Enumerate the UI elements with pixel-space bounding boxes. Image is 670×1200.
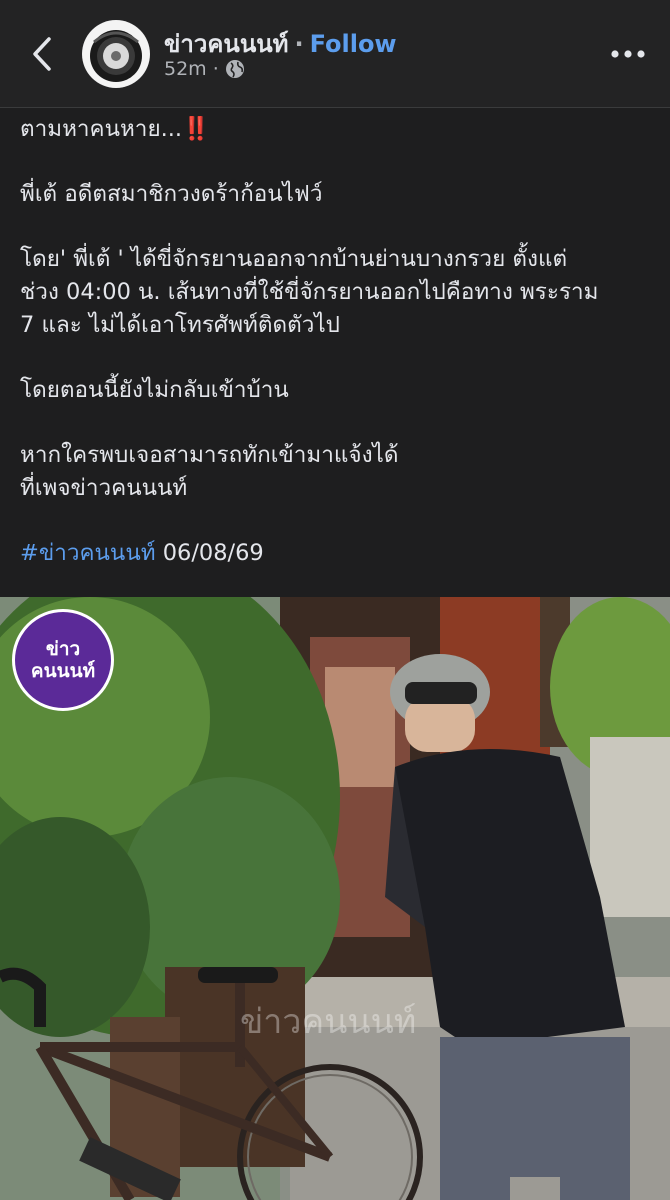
meta-separator: · bbox=[212, 58, 219, 80]
post-line: โดย' พี่เต้ ' ได้ขี่จักรยานออกจากบ้านย่า… bbox=[20, 246, 568, 272]
double-exclamation-emoji: ‼️ bbox=[182, 116, 211, 142]
post-line: พี่เต้ อดีตสมาชิกวงดร้าก้อนไฟว์ bbox=[20, 181, 323, 207]
post-line: หากใครพบเจอสามารถทักเข้ามาแจ้งได้ bbox=[20, 442, 399, 468]
hashtag-link[interactable]: #ข่าวคนนนท์ bbox=[20, 540, 156, 566]
post-paragraph: พี่เต้ อดีตสมาชิกวงดร้าก้อนไฟว์ bbox=[20, 178, 660, 211]
post-paragraph: โดย' พี่เต้ ' ได้ขี่จักรยานออกจากบ้านย่า… bbox=[20, 243, 660, 342]
chevron-left-icon bbox=[33, 37, 51, 71]
post-timestamp[interactable]: 52m bbox=[164, 58, 207, 80]
page-avatar[interactable] bbox=[82, 20, 150, 88]
name-separator: · bbox=[294, 30, 304, 58]
more-options-button[interactable] bbox=[608, 36, 648, 72]
post-text: ตามหาคนหาย...‼️ พี่เต้ อดีตสมาชิกวงดร้าก… bbox=[20, 108, 660, 570]
post-paragraph: หากใครพบเจอสามารถทักเข้ามาแจ้งได้ ที่เพจ… bbox=[20, 439, 660, 505]
back-button[interactable] bbox=[24, 30, 60, 78]
post-date: 06/08/69 bbox=[162, 540, 264, 566]
post-line: ตามหาคนหาย... bbox=[20, 116, 183, 142]
tire-logo bbox=[83, 21, 149, 87]
post-line: ช่วง 04:00 น. เส้นทางที่ใช้ขี่จักรยานออก… bbox=[20, 279, 599, 305]
post-line: โดยตอนนี้ยังไม่กลับเข้าบ้าน bbox=[20, 377, 289, 403]
badge-line: คนนนท์ bbox=[30, 660, 96, 682]
globe-icon bbox=[225, 60, 244, 78]
post-header: ข่าวคนนนท์ · Follow 52m · bbox=[0, 0, 670, 108]
post-line: ที่เพจข่าวคนนนท์ bbox=[20, 475, 188, 501]
more-horizontal-icon bbox=[611, 50, 645, 58]
badge-line: ข่าว bbox=[45, 638, 81, 660]
post-paragraph: ตามหาคนหาย...‼️ bbox=[20, 113, 660, 146]
follow-button[interactable]: Follow bbox=[310, 30, 397, 58]
photo-watermark: ข่าวคนนนท์ bbox=[240, 1002, 417, 1042]
post-paragraph: #ข่าวคนนนท์ 06/08/69 bbox=[20, 537, 660, 570]
post-photo[interactable]: ข่าว คนนนท์ bbox=[0, 597, 670, 1200]
post-paragraph: โดยตอนนี้ยังไม่กลับเข้าบ้าน bbox=[20, 374, 660, 407]
post-line: 7 และ ไม่ได้เอาโทรศัพท์ติดตัวไป bbox=[20, 312, 340, 338]
channel-badge: ข่าว คนนนท์ bbox=[12, 609, 114, 711]
